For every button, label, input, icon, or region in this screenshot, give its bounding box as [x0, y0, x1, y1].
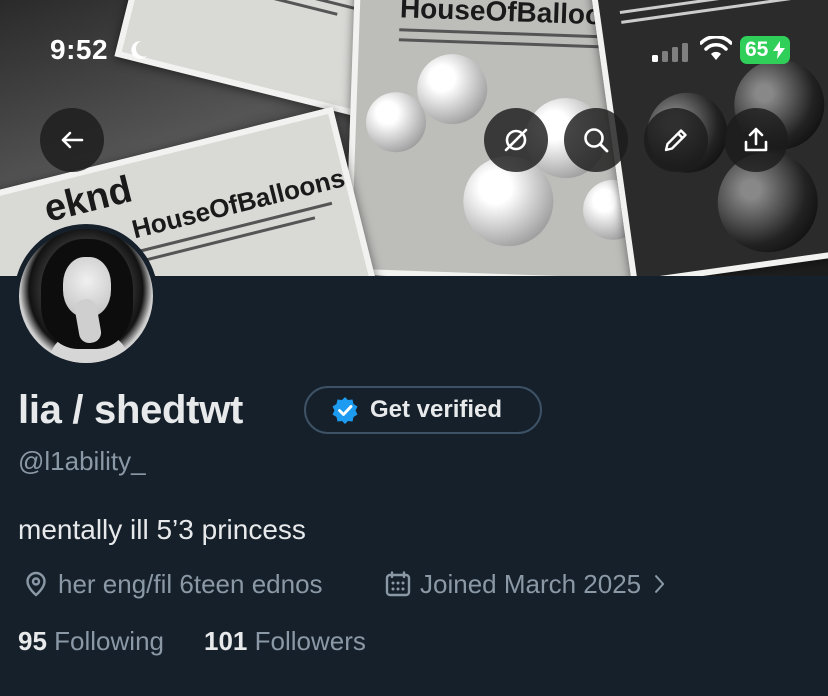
joined-text: Joined March 2025: [420, 568, 642, 599]
calendar-icon: [385, 571, 411, 597]
following-link[interactable]: 95 Following: [18, 626, 164, 657]
grok-icon: [504, 128, 528, 152]
arrow-left-icon: [61, 131, 84, 149]
location-text: her eng/fil 6teen ednos: [58, 568, 323, 599]
profile-avatar[interactable]: [14, 224, 158, 368]
share-icon: [744, 127, 768, 152]
user-handle: @l1ability_: [18, 446, 146, 476]
status-time: 9:52: [50, 34, 109, 65]
profile-location: her eng/fil 6teen ednos: [22, 566, 323, 602]
poster-title: HouseOfBalloons: [128, 162, 348, 245]
share-button[interactable]: [724, 108, 788, 172]
get-verified-label: Get verified: [370, 396, 503, 423]
moon-icon: [131, 40, 147, 59]
followers-link[interactable]: 101 Followers: [204, 626, 366, 657]
verified-badge-icon: [332, 397, 358, 424]
battery-level: 65: [745, 38, 769, 61]
following-label: Following: [54, 626, 164, 656]
search-icon: [584, 128, 609, 153]
display-name: lia / shedtwt: [18, 388, 244, 432]
poster-title: eknd: [40, 168, 137, 231]
location-pin-icon: [26, 571, 46, 597]
status-bar: 9:52 65: [0, 30, 828, 70]
back-button[interactable]: [40, 108, 104, 172]
edit-profile-button[interactable]: [644, 108, 708, 172]
charging-bolt-icon: [773, 41, 785, 59]
profile-joined[interactable]: Joined March 2025: [384, 566, 671, 602]
following-count: 95: [18, 626, 47, 656]
wifi-icon: [700, 36, 732, 60]
cellular-signal-icon: [652, 43, 688, 62]
followers-label: Followers: [254, 626, 366, 656]
search-button[interactable]: [564, 108, 628, 172]
chevron-right-icon: [655, 575, 665, 593]
pencil-icon: [664, 129, 687, 152]
followers-count: 101: [204, 626, 248, 656]
get-verified-button[interactable]: Get verified: [304, 386, 542, 434]
grok-button[interactable]: [484, 108, 548, 172]
profile-bio: mentally ill 5’3 princess: [18, 514, 306, 545]
battery-indicator: 65: [740, 36, 790, 64]
